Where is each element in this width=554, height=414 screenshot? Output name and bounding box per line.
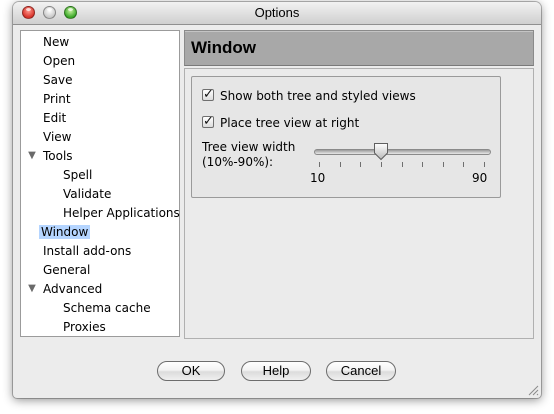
slider-min-label: 10 <box>310 171 326 185</box>
sidebar-item-label: Install add-ons <box>43 244 132 258</box>
help-button[interactable]: Help <box>241 361 311 381</box>
sidebar-item-helper-applications[interactable]: Helper Applications <box>61 204 182 222</box>
sidebar-item-label: New <box>43 35 70 49</box>
sidebar-item-print[interactable]: Print <box>41 90 73 108</box>
sidebar-item-label: Validate <box>63 187 112 201</box>
slider-tick <box>319 162 320 167</box>
slider-tick <box>484 162 485 167</box>
window-settings-group: ✓ Show both tree and styled views ✓ Plac… <box>191 76 501 198</box>
slider-tick <box>339 162 341 167</box>
sidebar-item-label: Edit <box>43 111 67 125</box>
panel-header: Window <box>184 30 534 66</box>
sidebar-item-view[interactable]: View <box>41 128 73 146</box>
show-both-views-checkbox[interactable]: ✓ <box>202 87 214 102</box>
tree-view-right-checkbox[interactable]: ✓ <box>202 114 214 129</box>
ok-button[interactable]: OK <box>157 361 225 381</box>
tree-view-width-range-label: (10%-90%): <box>202 155 274 169</box>
disclosure-triangle-expanded-icon[interactable]: ▼ <box>26 280 38 298</box>
slider-tick <box>463 162 465 167</box>
sidebar-item-tools[interactable]: ▼ Tools <box>28 147 75 165</box>
show-both-views-label[interactable]: Show both tree and styled views <box>220 87 416 105</box>
tree-view-width-slider-track[interactable] <box>314 149 491 155</box>
sidebar-item-label: Proxies <box>63 320 106 334</box>
sidebar-item-label: Schema cache <box>63 301 151 315</box>
sidebar-item-label: General <box>43 263 91 277</box>
slider-tick <box>422 162 424 167</box>
title-bar[interactable]: Options <box>13 2 541 25</box>
tree-view-width-label: Tree view width <box>202 140 296 154</box>
sidebar-item-save[interactable]: Save <box>41 71 74 89</box>
sidebar-item-label: Tools <box>43 149 73 163</box>
sidebar-item-open[interactable]: Open <box>41 52 77 70</box>
panel-title: Window <box>191 38 256 57</box>
tree-view-right-label[interactable]: Place tree view at right <box>220 114 359 132</box>
sidebar-item-new[interactable]: New <box>41 33 71 51</box>
window-title: Options <box>254 5 300 20</box>
disclosure-triangle-expanded-icon[interactable]: ▼ <box>26 147 38 165</box>
slider-tick <box>442 162 444 167</box>
sidebar-item-edit[interactable]: Edit <box>41 109 68 127</box>
sidebar-item-advanced[interactable]: ▼ Advanced <box>28 280 104 298</box>
slider-max-label: 90 <box>472 171 488 185</box>
sidebar-item-label: Window <box>39 225 91 239</box>
sidebar-item-schema-cache[interactable]: Schema cache <box>61 299 153 317</box>
checkmark-icon: ✓ <box>203 87 214 102</box>
sidebar-item-label: Print <box>43 92 71 106</box>
sidebar-item-label: View <box>43 130 72 144</box>
options-dialog: Options New Open Save Print Edit View ▼ … <box>13 2 541 398</box>
sidebar-item-general[interactable]: General <box>41 261 92 279</box>
window-settings-panel: ✓ Show both tree and styled views ✓ Plac… <box>184 68 534 339</box>
slider-thumb[interactable] <box>373 142 389 161</box>
sidebar-item-window[interactable]: Window <box>39 223 91 241</box>
resize-grip-icon[interactable] <box>527 384 539 396</box>
sidebar-item-label: Spell <box>63 168 93 182</box>
options-category-list[interactable]: New Open Save Print Edit View ▼ Tools Sp… <box>20 30 180 337</box>
slider-tick <box>380 162 382 167</box>
sidebar-item-proxies[interactable]: Proxies <box>61 318 108 336</box>
slider-tick <box>360 162 362 167</box>
sidebar-item-label: Save <box>43 73 73 87</box>
checkmark-icon: ✓ <box>203 114 214 129</box>
sidebar-item-spell[interactable]: Spell <box>61 166 94 184</box>
sidebar-item-install-add-ons[interactable]: Install add-ons <box>41 242 133 260</box>
sidebar-item-label: Open <box>43 54 76 68</box>
cancel-button[interactable]: Cancel <box>326 361 396 381</box>
sidebar-item-label: Advanced <box>43 282 103 296</box>
sidebar-item-label: Helper Applications <box>63 206 180 220</box>
slider-tick <box>401 162 403 167</box>
sidebar-item-validate[interactable]: Validate <box>61 185 113 203</box>
